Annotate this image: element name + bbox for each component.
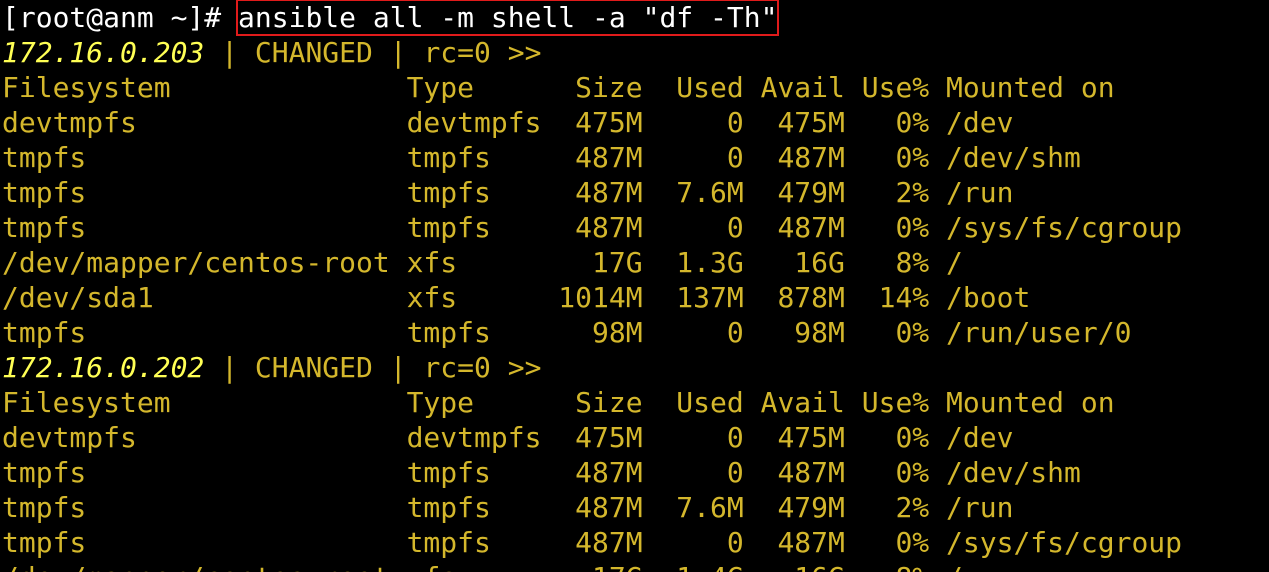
df-row: devtmpfs devtmpfs 475M 0 475M 0% /dev <box>2 106 1014 139</box>
host-ip: 172.16.0.202 <box>2 351 205 384</box>
host-status-line: 172.16.0.202 | CHANGED | rc=0 >> <box>2 350 1269 385</box>
host-ip: 172.16.0.203 <box>2 36 205 69</box>
highlighted-command: ansible all -m shell -a "df -Th" <box>236 0 780 36</box>
df-row: /dev/sda1 xfs 1014M 137M 878M 14% /boot <box>2 281 1031 314</box>
df-row: /dev/mapper/centos-root xfs 17G 1.3G 16G… <box>2 246 963 279</box>
df-row: tmpfs tmpfs 487M 0 487M 0% /dev/shm <box>2 141 1081 174</box>
terminal-window[interactable]: [root@anm ~]# ansible all -m shell -a "d… <box>0 0 1269 572</box>
host-status-line: 172.16.0.203 | CHANGED | rc=0 >> <box>2 35 1269 70</box>
df-row-partial: /dev/mapper/centos-root xfs 17G 1.4G 16G… <box>2 560 1269 572</box>
df-row: tmpfs tmpfs 487M 7.6M 479M 2% /run <box>2 491 1014 524</box>
df-row: tmpfs tmpfs 98M 0 98M 0% /run/user/0 <box>2 316 1132 349</box>
df-row: tmpfs tmpfs 487M 0 487M 0% /sys/fs/cgrou… <box>2 211 1183 244</box>
df-row: tmpfs tmpfs 487M 0 487M 0% /dev/shm <box>2 456 1081 489</box>
host-status: | CHANGED | rc=0 >> <box>204 351 542 384</box>
df-row: tmpfs tmpfs 487M 0 487M 0% /sys/fs/cgrou… <box>2 526 1183 559</box>
df-row: devtmpfs devtmpfs 475M 0 475M 0% /dev <box>2 421 1014 454</box>
df-header-row: Filesystem Type Size Used Avail Use% Mou… <box>2 71 1115 104</box>
df-row: tmpfs tmpfs 487M 7.6M 479M 2% /run <box>2 176 1014 209</box>
shell-prompt: [root@anm ~]# <box>2 1 239 34</box>
df-header-row: Filesystem Type Size Used Avail Use% Mou… <box>2 386 1115 419</box>
command-line: [root@anm ~]# ansible all -m shell -a "d… <box>2 0 1269 36</box>
host-status: | CHANGED | rc=0 >> <box>204 36 542 69</box>
